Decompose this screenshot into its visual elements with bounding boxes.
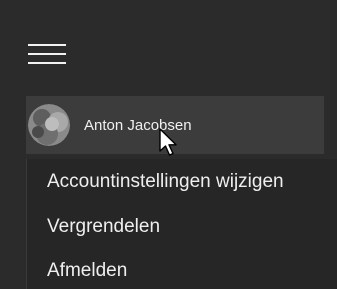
start-menu-pane: Anton Jacobsen Accountinstellingen wijzi… <box>0 0 337 289</box>
hamburger-icon[interactable] <box>28 43 66 65</box>
account-context-menu: Accountinstellingen wijzigen Vergrendele… <box>26 159 337 289</box>
avatar <box>28 104 70 146</box>
hamburger-line <box>28 53 66 55</box>
user-account-button[interactable]: Anton Jacobsen <box>26 96 324 154</box>
user-name: Anton Jacobsen <box>84 116 192 134</box>
menu-item-sign-out[interactable]: Afmelden <box>47 260 127 282</box>
menu-item-lock[interactable]: Vergrendelen <box>47 216 160 238</box>
menu-item-change-account-settings[interactable]: Accountinstellingen wijzigen <box>47 171 284 193</box>
hamburger-line <box>28 62 66 64</box>
hamburger-line <box>28 44 66 46</box>
avatar-photo-icon <box>28 104 70 146</box>
